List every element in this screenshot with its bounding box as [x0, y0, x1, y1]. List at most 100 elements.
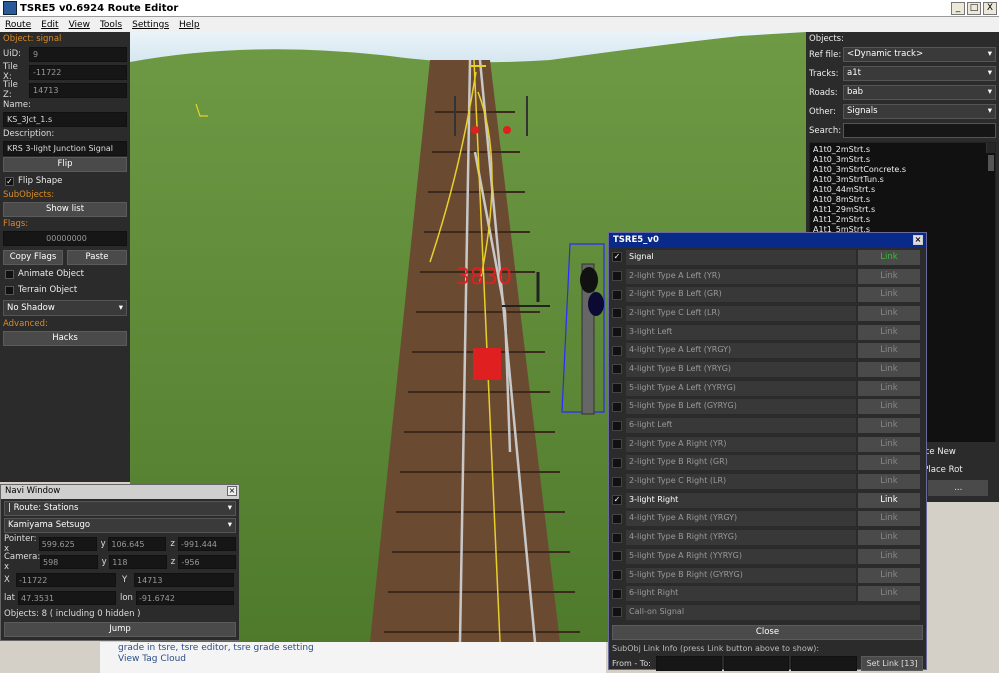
- list-item[interactable]: A1t0_8mStrt.s: [813, 195, 992, 205]
- show-list-button[interactable]: Show list: [3, 202, 127, 217]
- checkbox-checked-icon[interactable]: ✓: [612, 252, 622, 263]
- menu-view[interactable]: View: [64, 20, 95, 30]
- pointer-x[interactable]: 599.625: [38, 537, 97, 551]
- link-button[interactable]: Link: [858, 511, 920, 527]
- checkbox-empty-icon[interactable]: [612, 289, 622, 300]
- checkbox-empty-icon[interactable]: [612, 271, 622, 282]
- checkbox-empty-icon[interactable]: [612, 345, 622, 356]
- tracks-select[interactable]: a1t ▾: [843, 66, 996, 81]
- more-options-button[interactable]: ...: [928, 480, 989, 496]
- checkbox-empty-icon[interactable]: [612, 588, 622, 599]
- link-button[interactable]: Link: [858, 361, 920, 377]
- other-select[interactable]: Signals ▾: [843, 104, 996, 119]
- name-field[interactable]: KS_3Jct_1.s: [3, 112, 127, 127]
- link-button[interactable]: Link: [858, 530, 920, 546]
- flip-shape-checkbox[interactable]: ✓ Flip Shape: [3, 173, 127, 189]
- copy-flags-button[interactable]: Copy Flags: [3, 250, 63, 265]
- checkbox-checked-icon[interactable]: ✓: [612, 495, 622, 506]
- paste-flags-button[interactable]: Paste: [67, 250, 127, 265]
- checkbox-empty-icon[interactable]: [612, 457, 622, 468]
- list-item[interactable]: A1t0_44mStrt.s: [813, 185, 992, 195]
- tile-y-field[interactable]: 14713: [134, 573, 234, 587]
- checkbox-empty-icon[interactable]: [612, 570, 622, 581]
- place-select[interactable]: Kamiyama Setsugo ▾: [4, 518, 236, 533]
- link-button[interactable]: Link: [858, 474, 920, 490]
- tilex-field[interactable]: -11722: [29, 64, 127, 80]
- lon-field[interactable]: -91.6742: [136, 591, 234, 605]
- checkbox-empty-icon[interactable]: [612, 327, 622, 338]
- close-icon[interactable]: ×: [913, 235, 923, 245]
- subobject-name: 2-light Type A Left (YR): [626, 268, 856, 284]
- menu-tools[interactable]: Tools: [95, 20, 127, 30]
- jump-button[interactable]: Jump: [4, 622, 236, 637]
- list-item[interactable]: A1t1_2mStrt.s: [813, 215, 992, 225]
- link-button[interactable]: Link: [858, 305, 920, 321]
- terrain-object-checkbox[interactable]: Terrain Object: [3, 282, 127, 298]
- link-button[interactable]: Link: [858, 399, 920, 415]
- link-button[interactable]: Link: [858, 492, 920, 508]
- route-select[interactable]: | Route: Stations ▾: [4, 501, 236, 516]
- file-list-scrollbar[interactable]: [986, 143, 995, 171]
- view-tag-cloud-link[interactable]: View Tag Cloud: [118, 654, 588, 665]
- checkbox-empty-icon[interactable]: [612, 607, 622, 618]
- link-button[interactable]: Link: [858, 455, 920, 471]
- minimize-button[interactable]: _: [951, 1, 965, 15]
- flags-field[interactable]: 00000000: [3, 231, 127, 246]
- link-button[interactable]: Link: [858, 343, 920, 359]
- animate-object-checkbox[interactable]: Animate Object: [3, 266, 127, 282]
- list-item[interactable]: A1t0_3mStrt.s: [813, 155, 992, 165]
- from-to-slot: [723, 656, 790, 672]
- pointer-y[interactable]: 106.645: [108, 537, 167, 551]
- ref-file-select[interactable]: <Dynamic track> ▾: [843, 47, 996, 62]
- checkbox-empty-icon[interactable]: [612, 420, 622, 431]
- link-button[interactable]: Link: [858, 268, 920, 284]
- checkbox-empty-icon[interactable]: [612, 513, 622, 524]
- checkbox-empty-icon[interactable]: [612, 401, 622, 412]
- maximize-button[interactable]: □: [967, 1, 981, 15]
- pointer-z[interactable]: -991.444: [178, 537, 236, 551]
- link-button[interactable]: Link: [858, 324, 920, 340]
- link-button[interactable]: Link: [858, 287, 920, 303]
- roads-select[interactable]: bab ▾: [843, 85, 996, 100]
- link-button[interactable]: Link: [858, 249, 920, 265]
- menu-help[interactable]: Help: [174, 20, 205, 30]
- camera-x[interactable]: 598: [40, 555, 98, 569]
- list-item[interactable]: A1t0_3mStrtTun.s: [813, 175, 992, 185]
- close-icon[interactable]: ×: [227, 486, 237, 496]
- menu-route[interactable]: Route: [0, 20, 36, 30]
- link-button[interactable]: Link: [858, 567, 920, 583]
- tile-x-field[interactable]: -11722: [16, 573, 116, 587]
- tags-link[interactable]: grade in tsre, tsre editor, tsre grade s…: [118, 643, 588, 654]
- menu-settings[interactable]: Settings: [127, 20, 174, 30]
- checkbox-empty-icon[interactable]: [612, 364, 622, 375]
- link-button[interactable]: Link: [858, 586, 920, 602]
- flip-button[interactable]: Flip: [3, 157, 127, 172]
- camera-y[interactable]: 118: [109, 555, 167, 569]
- camera-z[interactable]: -956: [178, 555, 236, 569]
- checkbox-empty-icon[interactable]: [612, 532, 622, 543]
- checkbox-empty-icon[interactable]: [612, 383, 622, 394]
- list-item[interactable]: A1t0_3mStrtConcrete.s: [813, 165, 992, 175]
- shadow-select[interactable]: No Shadow ▾: [3, 300, 127, 316]
- link-button[interactable]: Link: [858, 380, 920, 396]
- list-item[interactable]: A1t1_29mStrt.s: [813, 205, 992, 215]
- search-input[interactable]: [843, 123, 996, 138]
- link-button[interactable]: Link: [858, 418, 920, 434]
- description-field[interactable]: KRS 3-light Junction Signal: [3, 141, 127, 156]
- uid-field[interactable]: 9: [29, 46, 127, 62]
- list-item[interactable]: A1t0_2mStrt.s: [813, 145, 992, 155]
- menu-edit[interactable]: Edit: [36, 20, 63, 30]
- checkbox-empty-icon[interactable]: [612, 476, 622, 487]
- link-button[interactable]: Link: [858, 436, 920, 452]
- hacks-button[interactable]: Hacks: [3, 331, 127, 346]
- close-button[interactable]: Close: [612, 624, 923, 640]
- checkbox-empty-icon[interactable]: [612, 439, 622, 450]
- lat-field[interactable]: 47.3531: [18, 591, 116, 605]
- close-window-button[interactable]: X: [983, 1, 997, 15]
- set-link-button[interactable]: Set Link [13]: [861, 656, 923, 672]
- scrollbar-thumb[interactable]: [988, 155, 994, 171]
- checkbox-empty-icon[interactable]: [612, 308, 622, 319]
- checkbox-empty-icon[interactable]: [612, 551, 622, 562]
- tilez-field[interactable]: 14713: [29, 82, 127, 98]
- link-button[interactable]: Link: [858, 548, 920, 564]
